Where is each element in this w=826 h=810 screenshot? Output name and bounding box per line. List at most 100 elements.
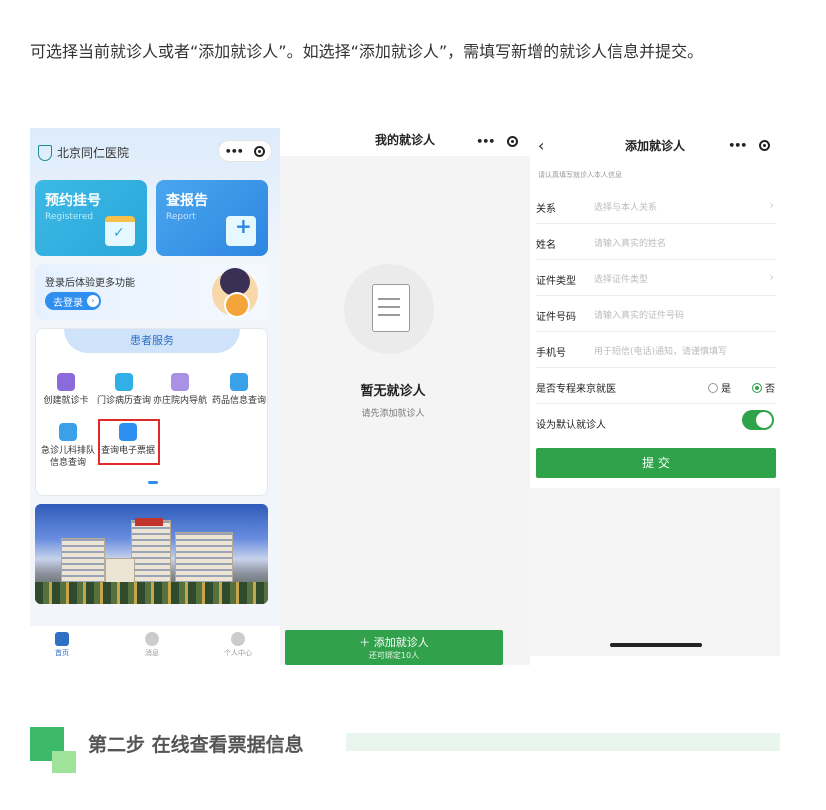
field-label: 是否专程来京就医: [536, 384, 616, 395]
service-medicine-info[interactable]: 药品信息查询: [206, 373, 272, 407]
radio-yes[interactable]: 是: [708, 380, 731, 395]
service-label-line1: 急诊儿科排队: [40, 446, 95, 456]
register-card[interactable]: 预约挂号 Registered: [35, 180, 147, 256]
field-label: 证件类型: [536, 276, 576, 287]
record-icon: [115, 373, 133, 391]
step-decoration-square-small: [52, 751, 76, 773]
service-label: 药品信息查询: [211, 396, 266, 406]
login-banner: 登录后体验更多功能 去登录 ›: [35, 264, 268, 320]
banner-illustration: [212, 268, 258, 318]
hospital-photo: [35, 504, 268, 604]
login-button-label: 去登录: [53, 297, 83, 309]
service-label-line2: 信息查询: [49, 458, 86, 468]
field-label: 姓名: [536, 240, 556, 251]
field-placeholder: 请输入真实的证件号码: [594, 311, 685, 321]
tab-messages[interactable]: 消息: [122, 632, 182, 658]
building: [175, 532, 233, 588]
add-patient-form: ‹ 添加就诊人 ••• 请认真填写就诊人本人信息 关系 选择与本人关系 › 姓名…: [530, 128, 780, 488]
tab-label: 个人中心: [224, 649, 252, 657]
radio-circle-icon: [708, 382, 718, 393]
field-placeholder: 用于短信(电话)通知，请谨慎填写: [594, 347, 728, 357]
mini-program-capsule: •••: [470, 130, 524, 152]
hospital-logo-icon: [38, 144, 52, 161]
radio-label: 是: [721, 384, 731, 395]
chevron-right-icon: ›: [769, 198, 774, 212]
close-record-button[interactable]: [506, 135, 518, 147]
service-create-card[interactable]: 创建就诊卡: [36, 373, 96, 407]
patient-services-panel: 患者服务 创建就诊卡 门诊病历查询 亦庄院内导航 药品信息查询 急诊儿科排队 信…: [35, 328, 268, 496]
my-patients-screen: 我的就诊人 ••• 暂无就诊人 请先添加就诊人 ＋ 添加就诊人 还可绑定10人: [280, 128, 530, 665]
empty-subtitle: 请先添加就诊人: [361, 409, 425, 419]
report-card[interactable]: 查报告 Report: [156, 180, 268, 256]
bottom-safe-area: [530, 656, 780, 665]
more-button[interactable]: •••: [476, 135, 495, 148]
empty-state-icon: [344, 264, 434, 354]
close-record-button[interactable]: [254, 145, 266, 157]
services-title: 患者服务: [64, 329, 240, 353]
relation-field[interactable]: 关系 选择与本人关系 ›: [536, 188, 776, 224]
step-heading: 第二步 在线查看票据信息: [88, 734, 304, 756]
document-lines-icon: [378, 298, 400, 300]
field-placeholder: 选择证件类型: [594, 275, 649, 285]
radio-no[interactable]: 否: [752, 380, 775, 395]
hospital-name: 北京同仁医院: [57, 146, 130, 160]
intro-text: 可选择当前就诊人或者“添加就诊人”。如选择“添加就诊人”，需填写新增的就诊人信息…: [30, 42, 704, 61]
tab-label: 消息: [145, 649, 159, 657]
field-label: 关系: [536, 204, 556, 215]
field-label: 设为默认就诊人: [536, 420, 606, 431]
field-placeholder: 请输入真实的姓名: [594, 239, 667, 249]
home-screen: 北京同仁医院 ••• 预约挂号 Registered 查报告 Report 登录…: [30, 128, 280, 665]
more-button[interactable]: •••: [225, 145, 244, 158]
close-record-button[interactable]: [758, 139, 770, 151]
report-title: 查报告: [166, 193, 208, 209]
more-button[interactable]: •••: [728, 139, 747, 152]
navigation-icon: [171, 373, 189, 391]
page-indicator: [148, 481, 158, 484]
tab-home[interactable]: 首页: [32, 632, 92, 658]
trees: [35, 582, 268, 604]
report-document-icon: [226, 214, 256, 246]
empty-title: 暂无就诊人: [360, 384, 426, 399]
medicine-icon: [230, 373, 248, 391]
login-banner-text: 登录后体验更多功能: [45, 278, 135, 289]
radio-checked-icon: [752, 382, 762, 393]
name-field[interactable]: 姓名 请输入真实的姓名: [536, 224, 776, 260]
chevron-right-icon: ›: [769, 270, 774, 284]
service-label: 门诊病历查询: [96, 396, 151, 406]
building: [131, 520, 171, 588]
add-patient-button[interactable]: ＋ 添加就诊人 还可绑定10人: [285, 630, 503, 665]
default-patient-row: 设为默认就诊人: [536, 404, 776, 440]
id-type-field[interactable]: 证件类型 选择证件类型 ›: [536, 260, 776, 296]
message-icon: [145, 632, 159, 646]
mini-program-capsule: •••: [218, 140, 272, 162]
service-label: 创建就诊卡: [43, 396, 89, 406]
form-hint: 请认真填写就诊人本人信息: [538, 171, 622, 179]
building-sign: [135, 518, 163, 526]
phone-field[interactable]: 手机号 用于短信(电话)通知，请谨慎填写: [536, 332, 776, 368]
home-icon: [55, 632, 69, 646]
default-toggle[interactable]: [742, 410, 774, 430]
tab-profile[interactable]: 个人中心: [208, 632, 268, 658]
screenshots: 北京同仁医院 ••• 预约挂号 Registered 查报告 Report 登录…: [30, 128, 780, 665]
beijing-visit-row: 是否专程来京就医 是 否: [536, 368, 776, 404]
service-emergency-queue[interactable]: 急诊儿科排队 信息查询: [38, 423, 98, 469]
service-navigation[interactable]: 亦庄院内导航: [150, 373, 210, 407]
mini-program-capsule: •••: [722, 134, 776, 156]
add-patient-screen: ‹ 添加就诊人 ••• 请认真填写就诊人本人信息 关系 选择与本人关系 › 姓名…: [530, 128, 780, 665]
id-number-field[interactable]: 证件号码 请输入真实的证件号码: [536, 296, 776, 332]
add-patient-label: ＋ 添加就诊人: [359, 636, 429, 649]
submit-button[interactable]: 提 交: [536, 448, 776, 478]
calendar-check-icon: [105, 216, 135, 246]
building: [61, 538, 105, 588]
wallet-icon: [57, 373, 75, 391]
radio-label: 否: [765, 384, 775, 395]
login-button[interactable]: 去登录 ›: [45, 292, 101, 310]
tab-bar: 首页 消息 个人中心: [30, 626, 280, 665]
service-outpatient-records[interactable]: 门诊病历查询: [94, 373, 154, 407]
hospital-header: 北京同仁医院: [38, 144, 129, 161]
clock-icon: [59, 423, 77, 441]
step-heading-bar: [346, 733, 780, 751]
user-icon: [231, 632, 245, 646]
home-indicator: [610, 643, 702, 647]
arrow-right-icon: ›: [87, 295, 99, 307]
